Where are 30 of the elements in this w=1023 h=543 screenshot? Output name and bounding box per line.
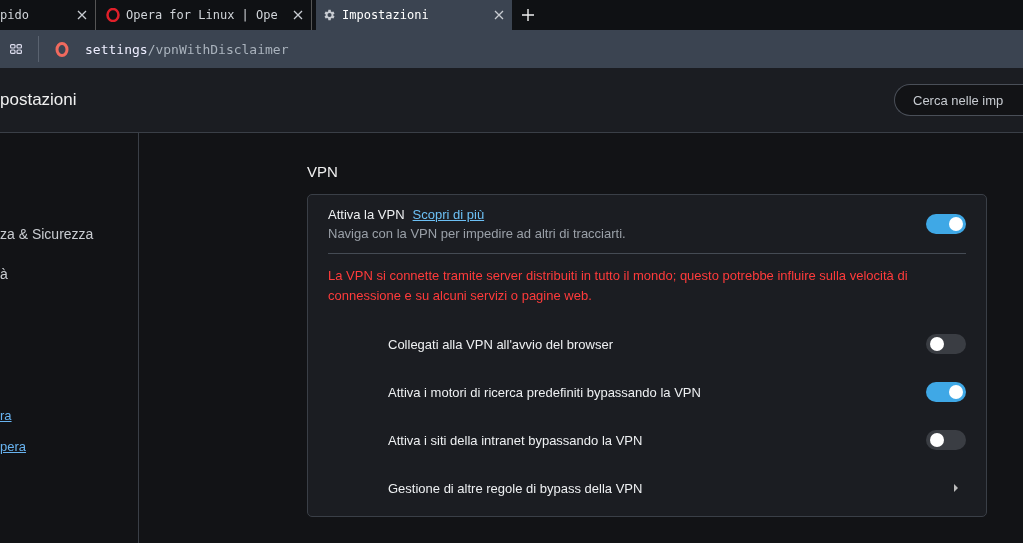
section-title: VPN bbox=[307, 163, 339, 180]
setting-label: Attiva i siti della intranet bypassando la VPN bbox=[388, 432, 643, 448]
chevron-right-icon[interactable] bbox=[952, 484, 960, 492]
sidebar-link[interactable]: ra bbox=[0, 408, 12, 439]
opera-logo-icon bbox=[106, 8, 120, 22]
browser-tab[interactable]: Impostazioni bbox=[316, 0, 512, 30]
opera-logo-icon bbox=[55, 41, 69, 57]
url-text[interactable]: settings/vpnWithDisclaimer bbox=[85, 41, 289, 57]
sidebar-item[interactable]: à bbox=[0, 266, 8, 306]
learn-more-link[interactable]: Scopri di più bbox=[412, 207, 485, 222]
toggle-switch[interactable] bbox=[926, 430, 966, 450]
setting-label: Gestione di altre regole di bypass della VPN bbox=[388, 480, 643, 496]
sidebar-link[interactable]: pera bbox=[0, 439, 27, 470]
new-tab-icon[interactable] bbox=[522, 9, 534, 21]
sidebar-item[interactable]: za & Sicurezza bbox=[0, 226, 94, 266]
close-icon[interactable] bbox=[293, 10, 303, 20]
setting-description: Naviga con la VPN per impedire ad altri di tracciarti. bbox=[328, 226, 626, 241]
setting-label: Attiva i motori di ricerca predefiniti bypassando la VPN bbox=[388, 384, 701, 400]
gear-icon bbox=[322, 8, 336, 22]
page-title: postazioni bbox=[0, 90, 77, 110]
toggle-switch[interactable] bbox=[926, 382, 966, 402]
toggle-switch[interactable] bbox=[926, 334, 966, 354]
setting-label: Attiva la VPN bbox=[328, 207, 405, 222]
search-field[interactable]: Cerca nelle imp bbox=[894, 84, 1023, 116]
grid-icon[interactable] bbox=[10, 44, 22, 54]
warning-text: La VPN si connette tramite server distribuiti in tutto il mondo; questo potrebbe influire sulla velocità di connessione e su alcuni servizi o pagine web. bbox=[328, 267, 909, 305]
toggle-switch[interactable] bbox=[926, 214, 966, 234]
close-icon[interactable] bbox=[77, 10, 87, 20]
close-icon[interactable] bbox=[494, 10, 504, 20]
setting-label: Collegati alla VPN all'avvio del browser bbox=[388, 336, 614, 352]
